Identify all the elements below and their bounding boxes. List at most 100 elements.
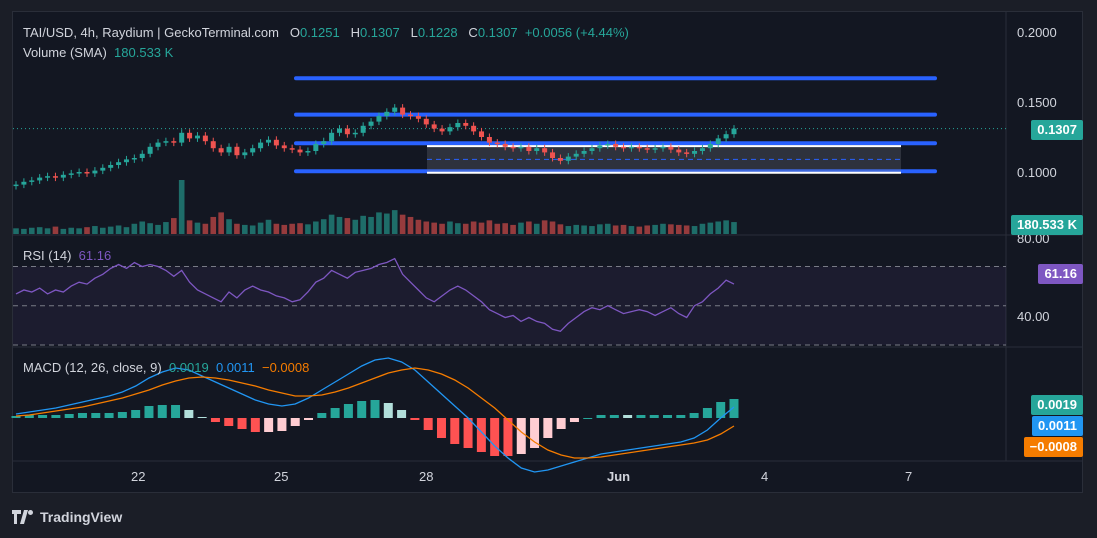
candle-body — [589, 148, 595, 151]
volume-bar — [68, 227, 75, 234]
candle-body — [179, 132, 185, 143]
macd-histogram-bar — [277, 418, 287, 431]
tradingview-logo[interactable]: TradingView — [12, 509, 122, 525]
change-value: +0.0056 (+4.44%) — [524, 25, 629, 40]
price-legend: TAI/USD, 4h, Raydium | GeckoTerminal.com… — [23, 25, 629, 40]
macd-histogram-bar — [663, 415, 673, 418]
macd-histogram-bar — [450, 418, 460, 444]
candle-body — [573, 153, 579, 157]
candle-body — [644, 148, 650, 150]
candle-body — [52, 176, 58, 178]
volume-bar — [644, 225, 651, 234]
rsi-badge: 61.16 — [1038, 264, 1083, 284]
volume-bar — [565, 226, 572, 234]
candle-body — [123, 159, 129, 163]
macd-histogram-bar — [623, 415, 633, 418]
candle-body — [360, 125, 366, 133]
volume-bar — [210, 216, 217, 234]
volume-bar — [52, 226, 59, 234]
volume-bar — [297, 223, 303, 234]
pair-title: TAI/USD, 4h, Raydium | GeckoTerminal.com — [23, 25, 279, 40]
volume-bar — [202, 223, 209, 234]
price-axis-tick: 0.1000 — [1017, 165, 1057, 180]
volume-bar — [13, 228, 19, 234]
macd-signal-badge: −0.0008 — [1023, 437, 1083, 457]
macd-histogram-bar — [250, 418, 260, 432]
candle-body — [218, 148, 224, 153]
volume-bar — [731, 222, 737, 234]
candle-body — [542, 148, 548, 153]
volume-bar — [470, 221, 477, 234]
tradingview-icon — [12, 510, 33, 524]
candle-body — [352, 132, 358, 135]
volume-bar — [533, 223, 540, 234]
candle-body — [447, 127, 453, 132]
close-value: 0.1307 — [477, 25, 518, 40]
volume-bar — [715, 221, 722, 234]
volume-bar — [376, 212, 382, 234]
candle-body — [668, 146, 674, 150]
candle-body — [289, 148, 295, 150]
candle-body — [557, 158, 563, 161]
candle-body — [37, 177, 43, 181]
candle-body — [92, 170, 98, 174]
candle-body — [684, 152, 690, 154]
candle-body — [329, 132, 335, 142]
macd-histogram-bar — [556, 418, 566, 429]
macd-signal-legend: −0.0008 — [261, 360, 310, 375]
volume-bar — [707, 222, 714, 234]
candle-body — [731, 128, 737, 135]
candle-body — [100, 167, 106, 171]
candle-body — [242, 152, 248, 156]
volume-bar — [155, 224, 161, 234]
candle-body — [226, 146, 232, 153]
candle-body — [305, 151, 311, 153]
candle-body — [344, 128, 350, 135]
candle-body — [479, 131, 485, 137]
macd-histogram-bar — [702, 408, 712, 418]
volume-bar — [510, 224, 516, 234]
candle-body — [210, 141, 216, 149]
volume-bar — [107, 226, 114, 234]
candle-body — [628, 146, 634, 149]
volume-bar — [76, 228, 82, 234]
candle-body — [723, 134, 729, 139]
low-value: 0.1228 — [417, 25, 458, 40]
volume-bar — [486, 220, 493, 234]
volume-bar — [549, 221, 556, 234]
volume-bar — [336, 216, 343, 234]
candle-body — [116, 162, 122, 165]
candle-body — [400, 107, 406, 115]
volume-bar — [652, 224, 658, 234]
volume-bar — [407, 216, 414, 234]
price-axis-tick: 0.1500 — [1017, 95, 1057, 110]
candle-body — [707, 144, 713, 149]
candle-body — [518, 146, 524, 149]
candle-body — [565, 156, 571, 161]
volume-bar — [178, 180, 185, 234]
chart-canvas[interactable] — [0, 0, 1097, 538]
rsi-legend-value: 61.16 — [78, 248, 112, 263]
candle-body — [486, 137, 492, 143]
candle-body — [534, 148, 540, 151]
macd-histogram-bar — [117, 412, 127, 418]
macd-histogram-bar — [171, 405, 181, 418]
volume-bar — [723, 220, 729, 234]
macd-histogram-bar — [689, 413, 699, 418]
time-axis-tick: 28 — [419, 469, 434, 484]
candle-body — [187, 132, 193, 139]
macd-histogram-bar — [516, 418, 526, 454]
volume-bar — [628, 226, 635, 234]
volume-bar — [581, 225, 587, 234]
candle-body — [463, 123, 469, 126]
volume-bar — [589, 226, 595, 234]
macd-hist-badge: 0.0019 — [1031, 395, 1083, 415]
candle-body — [455, 123, 461, 128]
price-badge: 0.1307 — [1031, 120, 1083, 140]
volume-bar — [21, 228, 27, 234]
time-axis-tick: 7 — [905, 469, 913, 484]
volume-bar — [597, 224, 603, 234]
macd-histogram-bar — [583, 418, 593, 419]
macd-histogram-bar — [197, 417, 207, 418]
volume-bar — [415, 219, 422, 234]
